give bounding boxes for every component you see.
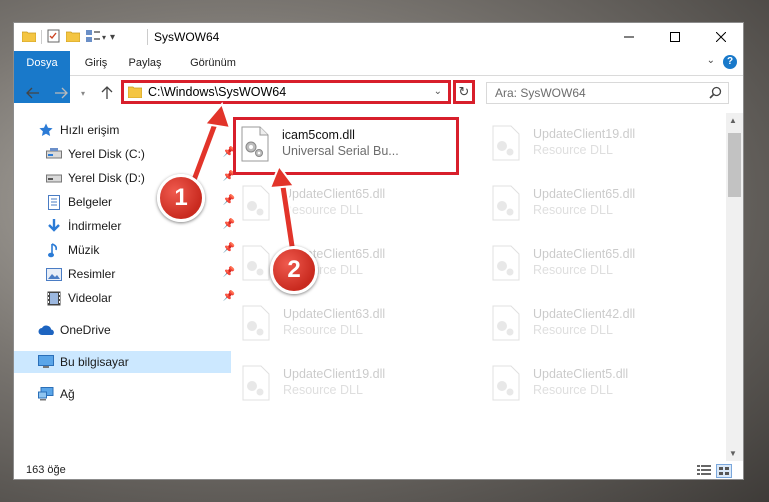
- annotation-badge-1: 1: [157, 174, 205, 222]
- arrow-1: [189, 102, 232, 185]
- annotation-badge-2: 2: [270, 246, 318, 294]
- annotation-arrows: [189, 102, 297, 251]
- arrow-2: [268, 163, 297, 251]
